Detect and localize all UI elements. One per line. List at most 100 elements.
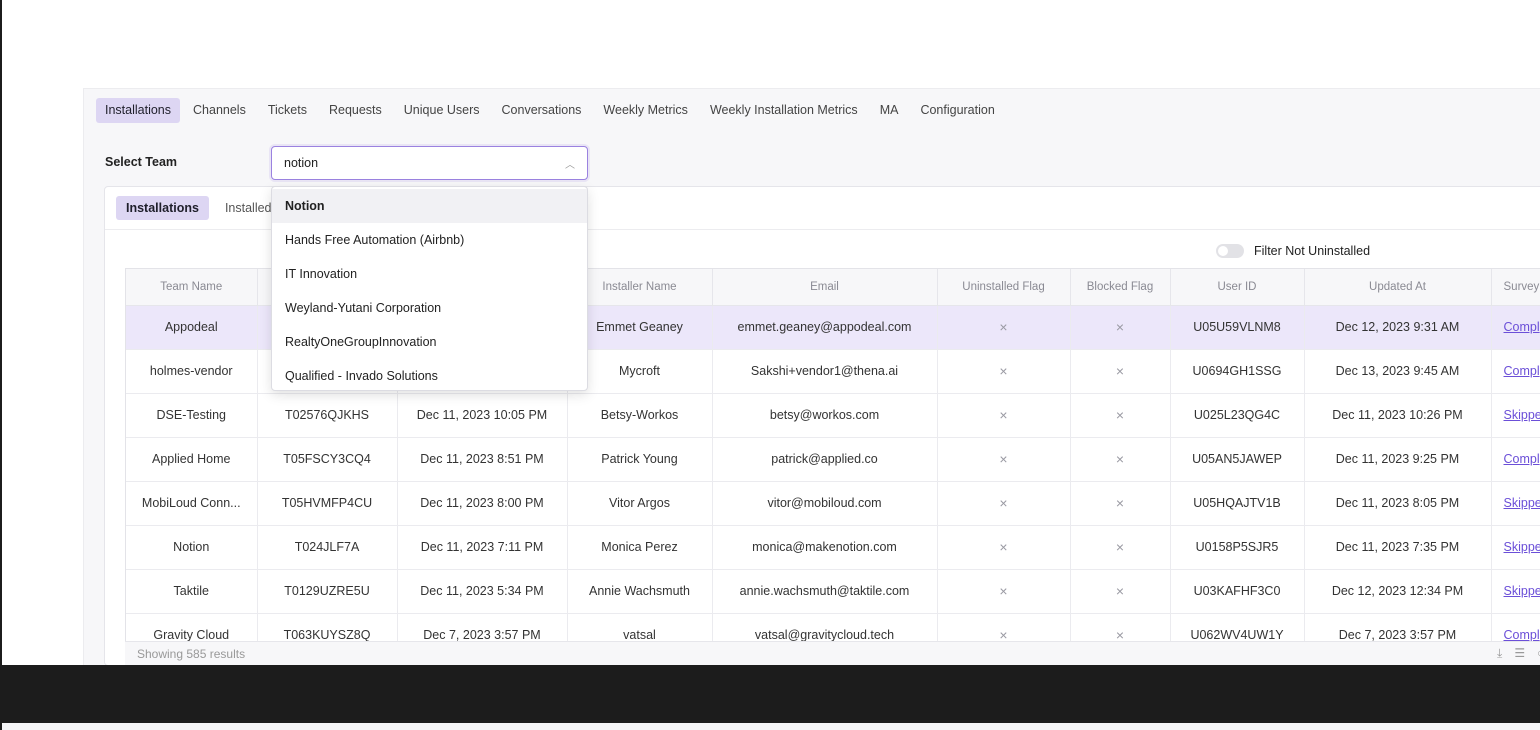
cell-email: emmet.geaney@appodeal.com <box>712 305 938 350</box>
table-row[interactable]: MobiLoud Conn... T05HVMFP4CU Dec 11, 2023 … <box>126 481 1540 526</box>
cell-team-name: holmes-vendor <box>126 349 258 394</box>
cell-user-id: U0694GH1SSG <box>1170 349 1305 394</box>
subtab-installations[interactable]: Installations <box>116 196 209 220</box>
filter-toggle-switch[interactable] <box>1216 244 1244 258</box>
cell-team-name: MobiLoud Conn... <box>126 481 258 526</box>
cell-team-name: Notion <box>126 525 258 570</box>
filter-icon[interactable]: ☰ <box>1514 646 1525 661</box>
cell-updated-at: Dec 11, 2023 7:35 PM <box>1304 525 1492 570</box>
dropdown-option[interactable]: Weyland-Yutani Corporation <box>272 291 587 325</box>
header-blocked-flag[interactable]: Blocked Flag <box>1070 269 1171 306</box>
tab-weekly-installation-metrics[interactable]: Weekly Installation Metrics <box>701 98 867 123</box>
window-frame: Installations Channels Tickets Requests … <box>2 0 1540 665</box>
cell-installed-at: Dec 11, 2023 5:34 PM <box>397 569 568 614</box>
header-user-id[interactable]: User ID <box>1170 269 1305 306</box>
cell-user-id: U05HQAJTV1B <box>1170 481 1305 526</box>
table-footer-actions: ⤓ ☰ ○ <box>1497 646 1540 661</box>
cell-user-id: U0158P5SJR5 <box>1170 525 1305 570</box>
header-updated-at[interactable]: Updated At <box>1304 269 1492 306</box>
cell-email: vitor@mobiloud.com <box>712 481 938 526</box>
tab-tickets[interactable]: Tickets <box>259 98 316 123</box>
cell-survey: Compl <box>1491 349 1540 394</box>
cell-blocked-flag: × <box>1070 481 1171 526</box>
header-email[interactable]: Email <box>712 269 938 306</box>
cell-user-id: U05U59VLNM8 <box>1170 305 1305 350</box>
cell-updated-at: Dec 11, 2023 8:05 PM <box>1304 481 1492 526</box>
tab-requests[interactable]: Requests <box>320 98 391 123</box>
team-select-input[interactable]: notion ︿ <box>271 146 588 180</box>
cell-team-name: Applied Home <box>126 437 258 482</box>
team-select-value[interactable]: notion <box>284 156 565 170</box>
cell-updated-at: Dec 11, 2023 9:25 PM <box>1304 437 1492 482</box>
survey-link[interactable]: Skippe <box>1504 584 1540 598</box>
cell-email: betsy@workos.com <box>712 393 938 438</box>
survey-link[interactable]: Compl <box>1504 364 1540 378</box>
header-team-name[interactable]: Team Name <box>126 269 258 306</box>
cell-installer-name: Annie Wachsmuth <box>567 569 713 614</box>
dropdown-option[interactable]: Notion <box>272 189 587 223</box>
cell-installer-name: Patrick Young <box>567 437 713 482</box>
cell-updated-at: Dec 11, 2023 10:26 PM <box>1304 393 1492 438</box>
team-select-dropdown: Notion Hands Free Automation (Airbnb) IT… <box>271 186 588 391</box>
tab-ma[interactable]: MA <box>871 98 908 123</box>
top-tab-bar: Installations Channels Tickets Requests … <box>96 98 1004 123</box>
cell-blocked-flag: × <box>1070 393 1171 438</box>
header-survey[interactable]: Survey <box>1491 269 1540 306</box>
cell-uninstalled-flag: × <box>937 569 1071 614</box>
tab-weekly-metrics[interactable]: Weekly Metrics <box>594 98 697 123</box>
filter-label: Filter Not Uninstalled <box>1254 244 1371 258</box>
tab-unique-users[interactable]: Unique Users <box>395 98 489 123</box>
download-icon[interactable]: ⤓ <box>1497 646 1502 661</box>
dropdown-option[interactable]: Hands Free Automation (Airbnb) <box>272 223 587 257</box>
cell-installer-name: Vitor Argos <box>567 481 713 526</box>
cell-uninstalled-flag: × <box>937 437 1071 482</box>
cell-installed-at: Dec 11, 2023 7:11 PM <box>397 525 568 570</box>
cell-team-name: Appodeal <box>126 305 258 350</box>
dropdown-option[interactable]: RealtyOneGroupInnovation <box>272 325 587 359</box>
results-count: Showing 585 results <box>137 647 246 661</box>
table-row[interactable]: DSE-Testing T02576QJKHS Dec 11, 2023 10:05… <box>126 393 1540 438</box>
survey-link[interactable]: Skippe <box>1504 408 1540 422</box>
cell-installer-name: Monica Perez <box>567 525 713 570</box>
cell-survey: Skippe <box>1491 481 1540 526</box>
cell-installer-name: Betsy-Workos <box>567 393 713 438</box>
cell-installer-name: Emmet Geaney <box>567 305 713 350</box>
cell-survey: Skippe <box>1491 525 1540 570</box>
cell-survey: Skippe <box>1491 393 1540 438</box>
header-installer-name[interactable]: Installer Name <box>567 269 713 306</box>
cell-team-id: T0129UZRE5U <box>257 569 398 614</box>
dropdown-option[interactable]: Qualified - Invado Solutions <box>272 359 587 393</box>
tab-channels[interactable]: Channels <box>184 98 255 123</box>
table-row[interactable]: Notion T024JLF7A Dec 11, 2023 7:11 PM Monic… <box>126 525 1540 570</box>
table-row[interactable]: Taktile T0129UZRE5U Dec 11, 2023 5:34 PM An… <box>126 569 1540 614</box>
cell-updated-at: Dec 12, 2023 9:31 AM <box>1304 305 1492 350</box>
chevron-up-icon[interactable]: ︿ <box>565 156 575 171</box>
survey-link[interactable]: Compl <box>1504 452 1540 466</box>
select-team-label: Select Team <box>105 155 178 169</box>
cell-blocked-flag: × <box>1070 569 1171 614</box>
filter-not-uninstalled[interactable]: Filter Not Uninstalled <box>1216 244 1370 258</box>
tab-conversations[interactable]: Conversations <box>493 98 591 123</box>
cell-email: annie.wachsmuth@taktile.com <box>712 569 938 614</box>
cell-blocked-flag: × <box>1070 437 1171 482</box>
cell-team-id: T02576QJKHS <box>257 393 398 438</box>
table-row[interactable]: Applied Home T05FSCY3CQ4 Dec 11, 2023 8:51… <box>126 437 1540 482</box>
cell-email: monica@makenotion.com <box>712 525 938 570</box>
cell-blocked-flag: × <box>1070 305 1171 350</box>
survey-link[interactable]: Skippe <box>1504 540 1540 554</box>
survey-link[interactable]: Skippe <box>1504 496 1540 510</box>
survey-link[interactable]: Compl <box>1504 320 1540 334</box>
cell-uninstalled-flag: × <box>937 481 1071 526</box>
dropdown-option[interactable]: IT Innovation <box>272 257 587 291</box>
header-uninstalled-flag[interactable]: Uninstalled Flag <box>937 269 1071 306</box>
cell-team-id: T024JLF7A <box>257 525 398 570</box>
cell-user-id: U03KAFHF3C0 <box>1170 569 1305 614</box>
tab-configuration[interactable]: Configuration <box>911 98 1003 123</box>
cell-survey: Compl <box>1491 305 1540 350</box>
cell-survey: Skippe <box>1491 569 1540 614</box>
table-footer: Showing 585 results ⤓ ☰ ○ <box>125 641 1540 665</box>
cell-blocked-flag: × <box>1070 349 1171 394</box>
survey-link[interactable]: Compl <box>1504 628 1540 642</box>
tab-installations[interactable]: Installations <box>96 98 181 123</box>
cell-installed-at: Dec 11, 2023 8:51 PM <box>397 437 568 482</box>
